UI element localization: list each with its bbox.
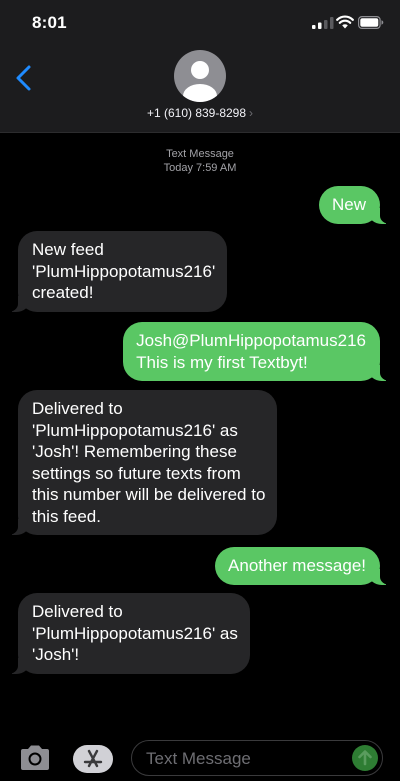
message-text: Another message! (228, 556, 366, 575)
app-store-icon (83, 749, 103, 768)
message-input-placeholder: Text Message (146, 749, 251, 768)
message-bubble-incoming[interactable]: Delivered to 'PlumHippopotamus216' as 'J… (7, 390, 278, 535)
conversation-header: +1 (610) 839-8298 › (0, 48, 400, 133)
message-meta: Text Message Today 7:59 AM (0, 147, 400, 175)
chevron-right-icon: › (249, 106, 254, 120)
app-store-button[interactable] (73, 745, 113, 773)
contact-number[interactable]: +1 (610) 839-8298 › (0, 106, 400, 120)
message-bubble-outgoing[interactable]: Josh@PlumHippopotamus216 This is my firs… (123, 322, 390, 381)
message-text: New (331, 195, 366, 214)
compose-bar: Text Message (0, 735, 400, 781)
message-bubble-outgoing[interactable]: Another message! (215, 547, 390, 585)
send-button[interactable] (352, 745, 378, 771)
battery-icon (358, 16, 384, 29)
cellular-signal-icon (312, 17, 334, 29)
message-text: Josh@PlumHippopotamus216 This is my firs… (136, 331, 366, 372)
status-time: 8:01 (32, 13, 67, 32)
message-bubble-outgoing[interactable]: New (318, 186, 391, 224)
service-label: Text Message (166, 148, 234, 160)
conversation-timestamp: Today 7:59 AM (163, 162, 237, 174)
message-text: Delivered to 'PlumHippopotamus216' as 'J… (32, 399, 266, 526)
contact-number-text: +1 (610) 839-8298 (146, 106, 247, 120)
status-bar: 8:01 (0, 0, 400, 48)
back-chevron-icon[interactable] (14, 64, 34, 92)
message-text: New feed 'PlumHippopotamus216' created! (32, 240, 216, 302)
wifi-icon (336, 15, 354, 29)
send-arrow-icon (358, 750, 372, 766)
camera-icon[interactable] (18, 743, 52, 773)
message-input[interactable]: Text Message (131, 740, 383, 776)
message-bubble-incoming[interactable]: New feed 'PlumHippopotamus216' created! (7, 231, 228, 312)
message-text: Delivered to 'PlumHippopotamus216' as 'J… (32, 602, 238, 664)
contact-avatar-icon[interactable] (174, 50, 226, 102)
message-bubble-incoming[interactable]: Delivered to 'PlumHippopotamus216' as 'J… (8, 593, 250, 674)
